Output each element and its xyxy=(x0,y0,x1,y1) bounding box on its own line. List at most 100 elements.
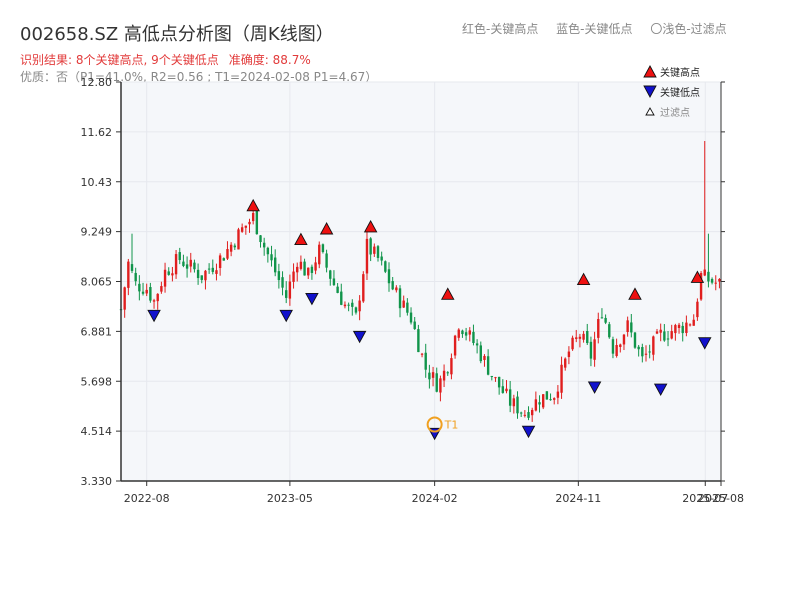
candle-body xyxy=(406,302,409,313)
y-tick-label: 10.43 xyxy=(81,176,113,189)
candle-body xyxy=(435,373,438,392)
candle-body xyxy=(553,398,556,400)
candle-body xyxy=(127,261,130,288)
candle-body xyxy=(611,339,615,354)
candle-body xyxy=(402,300,405,308)
candle-body xyxy=(296,266,299,273)
candle-body xyxy=(409,312,413,323)
candle-body xyxy=(358,300,361,312)
candle-body xyxy=(597,319,600,338)
candle-body xyxy=(457,329,460,338)
candle-body xyxy=(666,338,670,340)
candle-body xyxy=(578,336,582,339)
candle-body xyxy=(354,307,358,313)
candle-body xyxy=(622,334,626,345)
candle-body xyxy=(707,271,710,282)
candle-body xyxy=(545,391,549,400)
candle-body xyxy=(233,245,237,248)
candle-body xyxy=(226,249,229,259)
candle-body xyxy=(710,278,714,283)
candle-body xyxy=(167,271,170,275)
candle-body xyxy=(564,358,567,368)
candle-body xyxy=(248,221,251,225)
legend-label: 过滤点 xyxy=(660,106,690,119)
candle-body xyxy=(608,324,611,338)
candle-body xyxy=(134,272,137,282)
x-tick-label: 2025-08 xyxy=(698,492,744,505)
candle-body xyxy=(185,264,189,269)
candle-body xyxy=(251,212,255,222)
candle-body xyxy=(431,372,435,378)
candle-body xyxy=(314,262,317,271)
candle-body xyxy=(156,293,159,302)
candle-body xyxy=(303,261,306,276)
candle-body xyxy=(244,225,248,228)
candle-body xyxy=(600,317,604,319)
candle-body xyxy=(637,346,640,350)
candle-body xyxy=(145,289,148,294)
candle-body xyxy=(538,402,541,405)
candle-body xyxy=(655,331,659,334)
candle-body xyxy=(200,275,203,280)
candle-body xyxy=(149,287,152,301)
candle-body xyxy=(413,321,416,330)
candle-body xyxy=(329,270,332,279)
candle-body xyxy=(688,324,692,326)
candle-body xyxy=(439,378,442,393)
candle-body xyxy=(615,345,618,356)
candle-body xyxy=(307,267,310,276)
candle-body xyxy=(516,396,519,414)
x-tick-label: 2024-11 xyxy=(555,492,601,505)
candle-body xyxy=(560,364,563,393)
y-tick-label: 11.62 xyxy=(81,126,113,139)
y-tick-label: 4.514 xyxy=(81,425,113,438)
x-tick-label: 2022-08 xyxy=(124,492,170,505)
candle-body xyxy=(387,269,391,284)
candle-body xyxy=(450,358,453,375)
candle-body xyxy=(464,332,468,336)
candle-body xyxy=(178,252,181,261)
candle-body xyxy=(703,269,706,276)
candle-body xyxy=(630,322,633,333)
candle-body xyxy=(685,322,688,334)
candle-body xyxy=(567,351,571,358)
candle-body xyxy=(468,330,471,335)
candle-body xyxy=(718,279,721,282)
candle-body xyxy=(343,304,347,307)
candle-body xyxy=(663,331,666,341)
y-tick-label: 9.249 xyxy=(81,226,113,239)
candle-body xyxy=(266,247,270,255)
candle-body xyxy=(534,399,538,411)
candle-body xyxy=(571,337,574,350)
candle-body xyxy=(237,229,240,250)
candle-body xyxy=(461,330,464,335)
candle-body xyxy=(626,320,629,333)
candle-body xyxy=(130,264,134,271)
candle-body xyxy=(589,341,593,359)
candle-body xyxy=(369,238,372,255)
candle-body xyxy=(479,345,482,362)
candle-body xyxy=(189,259,192,267)
candle-body xyxy=(530,409,534,416)
candle-body xyxy=(211,267,214,272)
candle-body xyxy=(420,353,424,355)
candle-body xyxy=(497,376,501,388)
legend-label: 关键高点 xyxy=(660,66,700,79)
candle-body xyxy=(182,261,185,266)
candle-body xyxy=(299,261,303,269)
candle-body xyxy=(351,302,354,307)
candle-body xyxy=(380,256,383,261)
candle-body xyxy=(512,398,516,407)
candle-body xyxy=(523,414,527,416)
candle-body xyxy=(215,270,218,274)
y-tick-label: 3.330 xyxy=(81,475,113,488)
candle-body xyxy=(446,372,449,374)
candle-body xyxy=(171,273,174,276)
candle-body xyxy=(336,286,339,293)
candle-body xyxy=(619,344,622,348)
candle-body xyxy=(417,329,420,353)
candle-body xyxy=(174,254,178,275)
candle-body xyxy=(240,227,244,232)
candle-body xyxy=(281,277,284,288)
candle-body xyxy=(325,253,328,268)
